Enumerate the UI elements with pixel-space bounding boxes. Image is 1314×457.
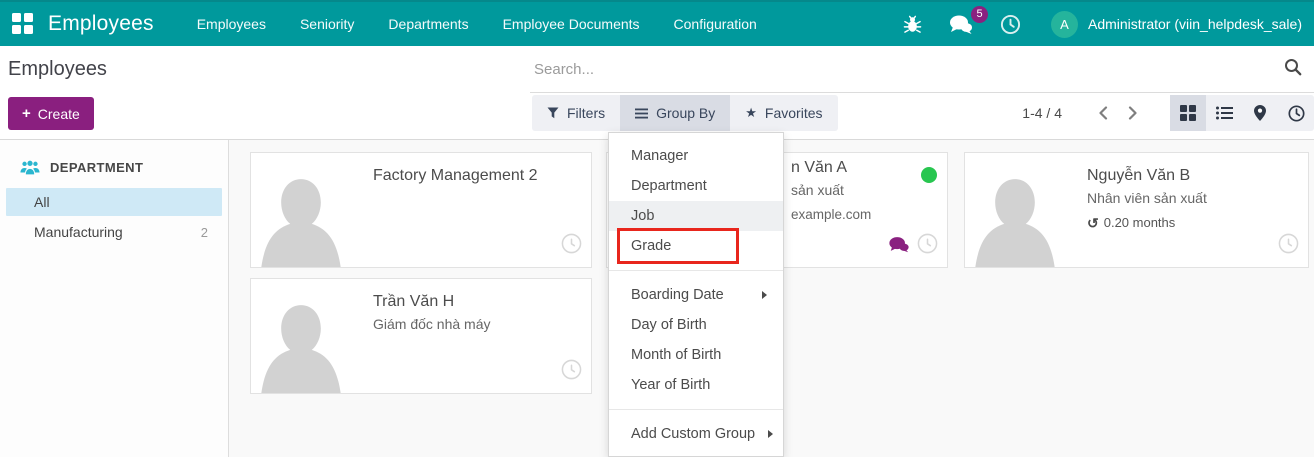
apps-grid-icon[interactable] [12,13,34,35]
debug-bug-icon[interactable] [903,15,922,34]
search-input[interactable]: Search... [530,46,1314,93]
seniority-history-icon: ↺ [1087,216,1099,230]
menu-separator [609,270,783,271]
department-header: DEPARTMENT [0,160,228,175]
nav-item-employees[interactable]: Employees [180,16,283,32]
employee-name: n Văn A [791,159,871,177]
create-button[interactable]: + Create [8,97,94,130]
seniority-value: 0.20 months [1104,215,1176,230]
group-by-dropdown-menu: Manager Department Job Grade Boarding Da… [608,132,784,457]
breadcrumb-row: Employees Search... [0,46,1314,94]
search-icon[interactable] [1284,58,1302,81]
pager-previous-button[interactable] [1088,100,1118,126]
activity-clock-icon[interactable] [1278,233,1299,259]
kanban-grid-icon [1180,105,1196,121]
employee-email: example.com [791,207,871,222]
search-filter-buttons: Filters Group By ★ Favorites [532,95,838,131]
employee-card-factory-management[interactable]: Factory Management 2 [250,152,592,268]
menu-item-day-of-birth[interactable]: Day of Birth [609,310,783,340]
employee-card-tran-van-h[interactable]: Trần Văn H Giám đốc nhà máy [250,278,592,394]
star-icon: ★ [745,105,757,121]
activity-view-button[interactable] [1278,95,1314,131]
menu-item-label: Add Custom Group [631,426,755,442]
sidebar-item-manufacturing[interactable]: Manufacturing 2 [6,218,222,246]
menu-item-add-custom-group[interactable]: Add Custom Group [609,419,783,449]
submenu-arrow-icon [762,291,767,299]
sidebar-item-count: 2 [201,225,208,240]
employee-photo-placeholder [251,279,351,393]
sidebar-item-label: Manufacturing [34,224,123,240]
list-view-button[interactable] [1206,95,1242,131]
sidebar-item-all[interactable]: All [6,188,222,216]
favorites-button[interactable]: ★ Favorites [730,95,837,131]
nav-item-seniority[interactable]: Seniority [283,16,371,32]
nav-item-configuration[interactable]: Configuration [657,16,774,32]
menu-item-boarding-date[interactable]: Boarding Date [609,280,783,310]
activity-clock-icon[interactable] [561,359,582,385]
page-title: Employees [8,58,107,81]
menu-item-job[interactable]: Job [609,201,783,231]
pager-zone: 1-4 / 4 [1022,95,1314,131]
department-header-label: DEPARTMENT [50,160,143,175]
top-nav: Employees Employees Seniority Department… [0,0,1314,46]
user-menu[interactable]: Administrator (viin_helpdesk_sale) [1088,16,1302,32]
activity-clock-icon[interactable] [917,233,938,259]
group-by-bars-icon [635,108,648,119]
filters-label: Filters [567,105,605,121]
nav-item-departments[interactable]: Departments [371,16,485,32]
menu-item-year-of-birth[interactable]: Year of Birth [609,370,783,400]
employee-job-title: Nhân viên sản xuất [1087,190,1207,206]
favorites-label: Favorites [765,105,823,121]
menu-item-label: Boarding Date [631,287,724,303]
employee-job-title: Giám đốc nhà máy [373,316,491,332]
menu-item-department[interactable]: Department [609,171,783,201]
menu-separator [609,409,783,410]
chat-bubble-icon[interactable] [888,236,910,258]
nav-item-employee-documents[interactable]: Employee Documents [486,16,657,32]
menu-item-grade[interactable]: Grade [609,231,783,261]
view-switcher [1170,95,1314,131]
menu-item-month-of-birth[interactable]: Month of Birth [609,340,783,370]
user-avatar[interactable]: A [1051,11,1078,38]
messages-count-badge: 5 [971,6,988,23]
menu-item-manager[interactable]: Manager [609,141,783,171]
app-title[interactable]: Employees [48,12,154,36]
pager-next-button[interactable] [1118,100,1148,126]
pager-counter: 1-4 / 4 [1022,105,1062,121]
online-status-dot [921,167,937,183]
activity-clock-icon [1288,105,1305,122]
kanban-view-button[interactable] [1170,95,1206,131]
employee-job-title: sản xuất [791,182,871,198]
submenu-arrow-icon [768,430,773,438]
employee-name: Trần Văn H [373,293,491,311]
plus-icon: + [22,105,31,122]
activity-clock-icon[interactable] [561,233,582,259]
group-by-label: Group By [656,105,715,121]
list-icon [1216,106,1233,120]
sidebar-item-label: All [34,194,50,210]
group-by-button[interactable]: Group By [620,95,730,131]
employee-name: Factory Management 2 [373,167,538,185]
users-group-icon [20,160,40,175]
department-sidebar: DEPARTMENT All Manufacturing 2 [0,140,229,457]
employee-photo-placeholder [251,153,351,267]
filters-button[interactable]: Filters [532,95,620,131]
employee-card-nguyen-van-b[interactable]: Nguyễn Văn B Nhân viên sản xuất ↺ 0.20 m… [964,152,1309,268]
map-view-button[interactable] [1242,95,1278,131]
activities-clock-icon[interactable] [1000,14,1021,35]
employee-name: Nguyễn Văn B [1087,167,1207,185]
menu-item-grade-label: Grade [631,238,671,254]
search-placeholder: Search... [530,61,1284,78]
messages-chat-icon[interactable]: 5 [948,14,974,35]
map-pin-icon [1254,105,1266,121]
employee-photo-placeholder [965,153,1065,267]
employee-seniority: ↺ 0.20 months [1087,215,1207,230]
create-button-label: Create [38,106,80,122]
filter-funnel-icon [547,107,559,119]
